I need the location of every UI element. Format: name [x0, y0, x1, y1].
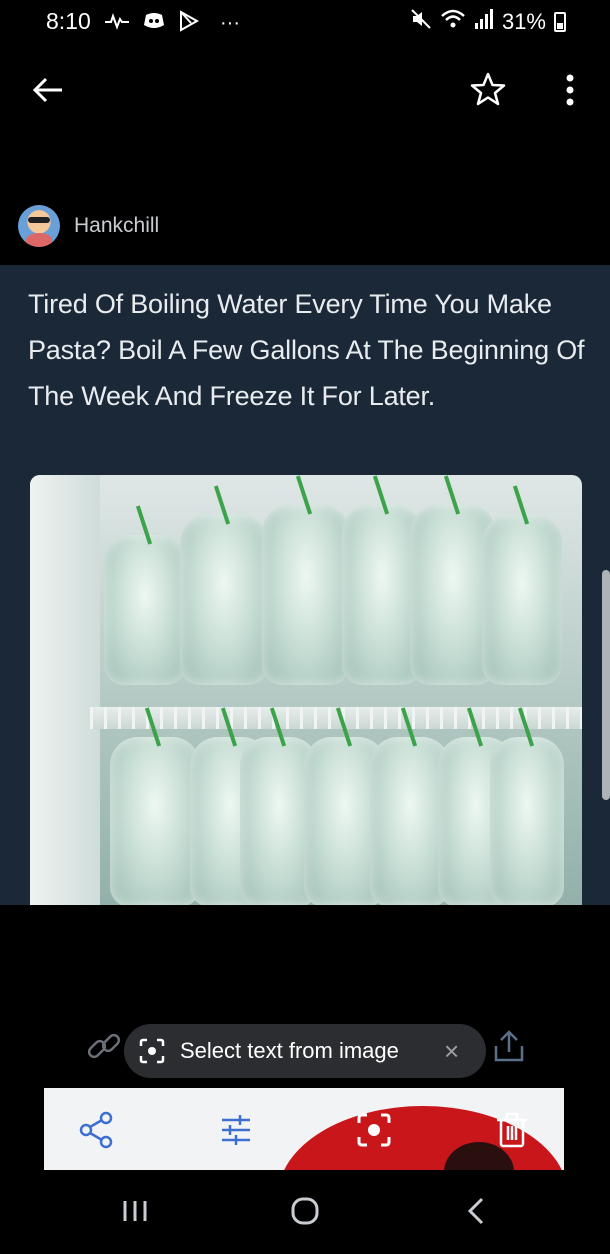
signal-icon	[474, 8, 494, 35]
heartbeat-icon	[104, 11, 130, 36]
status-bar: 8:10 ··· 31%	[0, 0, 610, 44]
status-system-icons: 31%	[410, 8, 566, 35]
water-bag	[262, 505, 350, 685]
water-bag	[104, 535, 186, 685]
recents-icon[interactable]	[120, 1198, 150, 1224]
author-name[interactable]: Hankchill	[74, 214, 159, 238]
water-bag	[482, 515, 562, 685]
lens-icon	[138, 1037, 166, 1065]
trash-icon[interactable]	[492, 1110, 532, 1150]
back-arrow-icon[interactable]	[28, 70, 68, 110]
play-store-icon	[178, 10, 200, 37]
select-text-chip[interactable]: Select text from image ×	[124, 1024, 486, 1078]
star-icon[interactable]	[466, 68, 510, 112]
water-bag	[110, 737, 200, 905]
battery-percent: 31%	[501, 8, 546, 34]
image-toolbar	[44, 1088, 564, 1170]
chip-label: Select text from image	[180, 1038, 399, 1063]
adjust-sliders-icon[interactable]	[216, 1110, 256, 1150]
mute-icon	[410, 8, 432, 35]
app-bar	[0, 60, 610, 120]
discord-icon	[142, 11, 166, 36]
post-author[interactable]: Hankchill	[18, 204, 159, 248]
post-card: Tired Of Boiling Water Every Time You Ma…	[0, 265, 610, 905]
post-title: Tired Of Boiling Water Every Time You Ma…	[28, 289, 585, 411]
share-icon[interactable]	[490, 1026, 528, 1066]
avatar[interactable]	[18, 205, 60, 247]
lens-icon[interactable]	[354, 1110, 394, 1150]
water-bag	[490, 737, 564, 905]
share-nodes-icon[interactable]	[76, 1110, 116, 1150]
status-time: 8:10	[46, 8, 91, 34]
back-chevron-icon[interactable]	[464, 1196, 488, 1226]
close-icon[interactable]: ×	[444, 1036, 470, 1066]
fridge-wall	[30, 475, 100, 905]
post-image[interactable]	[30, 475, 582, 905]
battery-icon	[554, 11, 566, 32]
home-icon[interactable]	[290, 1196, 320, 1226]
scroll-handle[interactable]	[602, 570, 610, 800]
status-notification-icons: ···	[104, 10, 240, 37]
wifi-icon	[440, 8, 466, 35]
more-vert-icon[interactable]	[556, 70, 584, 110]
status-more: ···	[220, 12, 240, 34]
system-nav-bar	[0, 1170, 610, 1254]
water-bag	[180, 515, 268, 685]
link-icon[interactable]	[84, 1026, 124, 1066]
